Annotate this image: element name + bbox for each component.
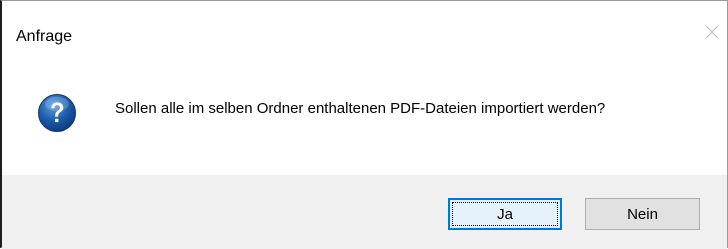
close-icon (705, 25, 719, 39)
question-icon (38, 94, 76, 132)
close-button[interactable] (697, 17, 727, 47)
no-button[interactable]: Nein (585, 198, 700, 230)
no-button-label: Nein (627, 205, 658, 223)
button-bar: Ja Nein (2, 175, 727, 249)
dialog-message: Sollen alle im selben Ordner enthaltenen… (115, 100, 606, 117)
dialog-content: Sollen alle im selben Ordner enthaltenen… (2, 65, 727, 175)
yes-button[interactable]: Ja (448, 198, 562, 230)
yes-button-label: Ja (497, 205, 513, 223)
confirmation-dialog: Anfrage Sollen alle im selben Ordner ent… (0, 0, 728, 249)
title-bar: Anfrage (2, 1, 727, 65)
window-title: Anfrage (16, 28, 73, 45)
